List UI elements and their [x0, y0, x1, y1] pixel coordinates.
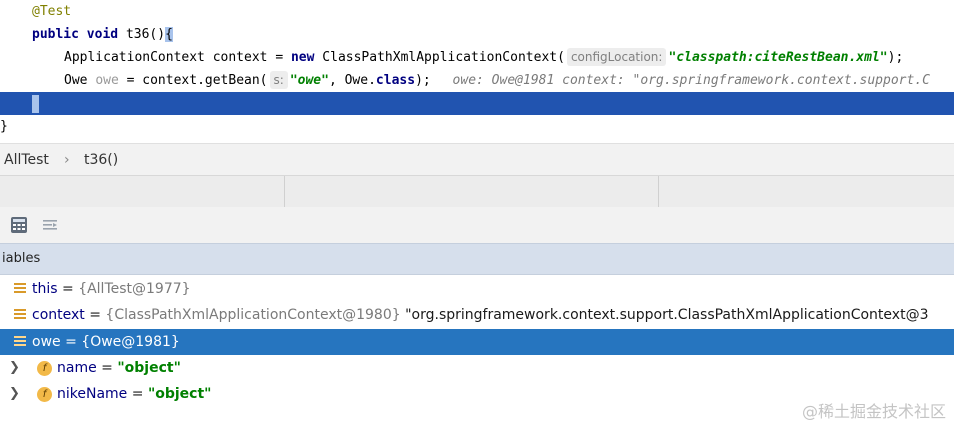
- breadcrumb-method[interactable]: t36(): [84, 144, 118, 176]
- string-classpath: "classpath:citeRestBean.xml": [668, 50, 888, 65]
- variable-owe: owe: [95, 73, 119, 88]
- variable-icon: [14, 309, 26, 322]
- variable-row-owe[interactable]: owe = {Owe@1981}: [0, 329, 954, 355]
- field-eq: =: [96, 360, 118, 376]
- variable-icon: [14, 283, 26, 296]
- debug-frames-bar: [0, 175, 954, 208]
- variable-name: context: [32, 307, 85, 323]
- closing-brace-highlight: [32, 94, 39, 113]
- ctor-call: ClassPathXmlApplicationContext(: [322, 50, 565, 65]
- execution-point-line: [0, 92, 954, 115]
- breadcrumb: AllTest › t36(): [0, 143, 954, 176]
- param-hint-config-location: configLocation:: [566, 48, 667, 66]
- type-owe: Owe: [64, 73, 96, 88]
- string-owe: "owe": [289, 73, 329, 88]
- method-name: t36(): [125, 27, 166, 42]
- watermark: @稀土掘金技术社区: [801, 402, 946, 421]
- keyword-void: void: [86, 27, 119, 42]
- code-line-annotation: @Test: [0, 0, 954, 23]
- param-hint-s: s:: [269, 71, 288, 89]
- variable-icon: [14, 336, 26, 349]
- keyword-class: class: [375, 73, 416, 88]
- field-value: "object": [147, 386, 212, 402]
- restore-layout-icon[interactable]: [41, 216, 59, 234]
- code-line-getbean: Owe owe = context.getBean(s: "owe", Owe.c…: [0, 69, 954, 92]
- variables-header: iables: [0, 243, 954, 275]
- calculator-icon[interactable]: [10, 216, 28, 234]
- statement-end-2: );: [415, 73, 431, 88]
- brace-highlight: {: [165, 27, 173, 42]
- breadcrumb-class[interactable]: AllTest: [4, 144, 49, 176]
- annotation-test: @Test: [32, 4, 72, 19]
- keyword-public: public: [32, 27, 79, 42]
- variable-name: owe: [32, 334, 61, 350]
- variable-eq: =: [57, 281, 79, 297]
- breadcrumb-separator: ›: [64, 152, 70, 168]
- field-name: name: [57, 360, 97, 376]
- field-row-name[interactable]: ❯ f name = "object": [0, 355, 954, 381]
- debug-toolbar: [0, 207, 954, 243]
- variable-value: {ClassPathXmlApplicationContext@1980}: [105, 307, 401, 323]
- code-line-class-close: }: [0, 115, 954, 138]
- field-icon: f: [37, 387, 52, 402]
- keyword-new: new: [290, 50, 315, 65]
- context-declaration: ApplicationContext context =: [64, 50, 291, 65]
- field-icon: f: [37, 361, 52, 376]
- code-line-method-signature: public void t36(){: [0, 23, 954, 46]
- frames-divider[interactable]: [658, 176, 659, 207]
- field-eq: =: [127, 386, 148, 402]
- variable-row-this[interactable]: this = {AllTest@1977}: [0, 276, 954, 302]
- variable-row-context[interactable]: context = {ClassPathXmlApplicationContex…: [0, 302, 954, 328]
- inline-debug-values: owe: Owe@1981 context: "org.springframew…: [452, 73, 930, 88]
- variable-name: this: [32, 281, 58, 297]
- field-value: "object": [117, 360, 181, 376]
- class-closing-brace: }: [0, 119, 8, 134]
- chevron-right-icon[interactable]: ❯: [9, 355, 20, 381]
- owe-class-prefix: , Owe.: [328, 73, 376, 88]
- frames-divider[interactable]: [284, 176, 285, 207]
- chevron-right-icon[interactable]: ❯: [9, 381, 20, 407]
- variable-eq: =: [84, 307, 106, 323]
- code-line-context: ApplicationContext context = new ClassPa…: [0, 46, 954, 69]
- variable-eq: =: [60, 334, 82, 350]
- field-name: nikeName: [57, 386, 128, 402]
- variable-value: {Owe@1981}: [81, 334, 180, 350]
- variable-tostring: "org.springframework.context.support.Cla…: [400, 307, 929, 323]
- variable-value: {AllTest@1977}: [78, 281, 191, 297]
- statement-end: );: [887, 50, 904, 65]
- getbean-call: = context.getBean(: [118, 73, 268, 88]
- code-editor[interactable]: @Test public void t36(){ ApplicationCont…: [0, 0, 954, 143]
- variables-title: iables: [2, 251, 41, 266]
